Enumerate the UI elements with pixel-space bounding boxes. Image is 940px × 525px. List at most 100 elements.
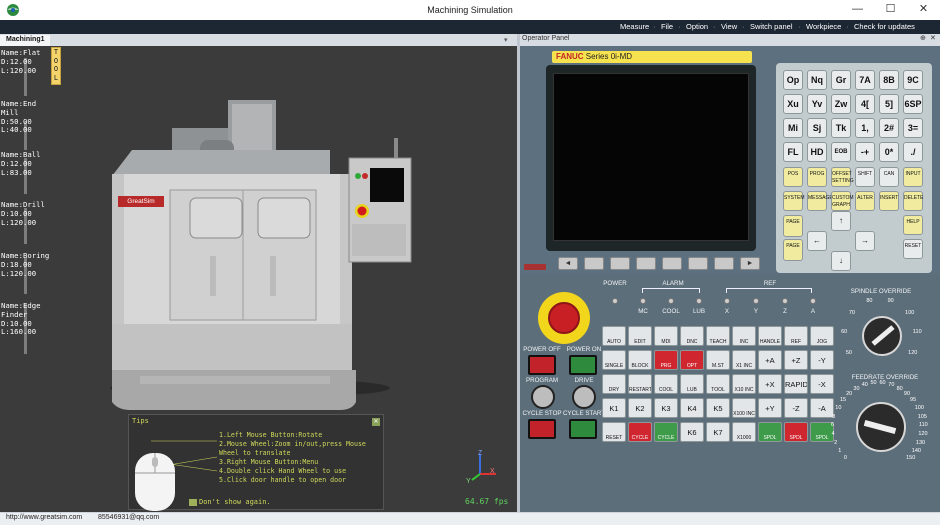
mode-btn-auto[interactable]: AUTO [602,326,626,346]
mode-btn-single-block[interactable]: SINGLE BLOCK [602,350,626,370]
key-input[interactable]: INPUT [903,167,923,187]
tool-item-end-mill[interactable]: Name:End Mill D:50.00 L:40.00 [1,99,51,135]
key-h[interactable]: HD [807,142,827,162]
key-8[interactable]: 8B [879,70,899,90]
menu-measure[interactable]: Measure [620,22,649,31]
emergency-stop-button[interactable] [548,302,580,334]
drive-key[interactable] [572,385,596,409]
mode-btn-k7[interactable]: K7 [706,422,730,442]
key-7[interactable]: 7A [855,70,875,90]
softkey-5[interactable] [688,257,708,270]
key-prog[interactable]: PROG [807,167,827,187]
tool-item-edge-finder[interactable]: Name:Edge Finder D:10.00 L:160.00 [1,301,51,337]
mode-btn-lub[interactable]: LUB [680,374,704,394]
mode-btn-x1-inc[interactable]: X1 INC [732,350,756,370]
mode-btn-+a[interactable]: +A [758,350,782,370]
key-system[interactable]: SYSTEM [783,191,805,211]
door-handle[interactable] [200,244,290,284]
power-off-button[interactable] [528,355,556,375]
panel-close-icon[interactable]: ✕ [930,34,936,42]
softkey-6[interactable] [714,257,734,270]
mode-btn-k6[interactable]: K6 [680,422,704,442]
softkey-next[interactable]: ► [740,257,760,270]
mode-btn-rapid[interactable]: RAPID [784,374,808,394]
cycle-stop-button[interactable] [528,419,556,439]
menu-view[interactable]: View [721,22,737,31]
mode-btn-x10-inc[interactable]: X10 INC [732,374,756,394]
menu-option[interactable]: Option [686,22,708,31]
key-3[interactable]: 3= [903,118,923,138]
key-y[interactable]: Yv [807,94,827,114]
key-z[interactable]: Zw [831,94,851,114]
mode-btn-dnc[interactable]: DNC [680,326,704,346]
mode-btn-spdl-cw[interactable]: SPDL CW [758,422,782,442]
mode-btn-k1[interactable]: K1 [602,398,626,418]
key-custom-graph[interactable]: CUSTOM GRAPH [831,191,854,211]
mode-btn-k2[interactable]: K2 [628,398,652,418]
key-insert[interactable]: INSERT [879,191,899,211]
key-s[interactable]: Sj [807,118,827,138]
minimize-button[interactable]: — [841,0,874,20]
mode-btn--z[interactable]: -Z [784,398,808,418]
mode-btn-prg-stop[interactable]: PRG STOP [654,350,678,370]
softkey-4[interactable] [662,257,682,270]
key-alter[interactable]: ALTER [855,191,875,211]
tool-item-ball[interactable]: Name:Ball D:12.00 L:83.00 [1,150,51,177]
mode-btn-edit[interactable]: EDIT [628,326,652,346]
key-o[interactable]: Op [783,70,803,90]
mode-btn-+x[interactable]: +X [758,374,782,394]
key-cursor-right-icon[interactable]: → [855,231,875,251]
key-offset-setting[interactable]: OFFSET SETTING [831,167,854,187]
key-pos[interactable]: POS [783,167,803,187]
program-protect-key[interactable] [531,385,555,409]
key-t[interactable]: Tk [831,118,851,138]
close-button[interactable]: ✕ [907,0,940,20]
mode-btn-m-st-lock[interactable]: M.ST LOCK [706,350,730,370]
mode-btn-cycle-stop[interactable]: CYCLE STOP [628,422,652,442]
softkey-prev[interactable]: ◄ [558,257,578,270]
mode-btn-dry-run[interactable]: DRY RUN [602,374,626,394]
mode-btn-block-skip[interactable]: BLOCK SKIP [628,350,652,370]
mode-btn--a[interactable]: -A [810,398,834,418]
mode-btn-jog[interactable]: JOG [810,326,834,346]
menu-check-updates[interactable]: Check for updates [854,22,915,31]
key-page-up[interactable]: PAGE [783,215,803,237]
mode-btn-cool[interactable]: COOL [654,374,678,394]
key-6[interactable]: 6SP [903,94,923,114]
mode-btn-+z[interactable]: +Z [784,350,808,370]
mode-btn-k4[interactable]: K4 [680,398,704,418]
mode-btn-handle[interactable]: HANDLE [758,326,782,346]
key-n[interactable]: Nq [807,70,827,90]
tab-machining1[interactable]: Machining1 [0,35,50,46]
menu-file[interactable]: File [661,22,673,31]
key-0[interactable]: 0* [879,142,899,162]
key-5[interactable]: 5] [879,94,899,114]
softkey-3[interactable] [636,257,656,270]
tips-close-icon[interactable]: ✕ [372,418,380,426]
tab-scroll-down-icon[interactable]: ▾ [504,36,508,44]
power-on-button[interactable] [569,355,597,375]
key-delete[interactable]: DELETE [903,191,923,211]
key-can[interactable]: CAN [879,167,899,187]
key-shift[interactable]: SHIFT [855,167,875,187]
maximize-button[interactable]: ☐ [874,0,907,20]
key-dot[interactable]: ./ [903,142,923,162]
machine-control-box[interactable] [349,224,411,258]
mode-btn-+y[interactable]: +Y [758,398,782,418]
menu-workpiece[interactable]: Workpiece [806,22,841,31]
tool-panel-toggle[interactable]: T O O L [51,47,61,85]
key-2[interactable]: 2# [879,118,899,138]
tool-item-drill[interactable]: Name:Drill D:10.00 L:120.00 [1,200,51,227]
key-cursor-left-icon[interactable]: ← [807,231,827,251]
mode-btn-inc[interactable]: INC [732,326,756,346]
key-cursor-up-icon[interactable]: ↑ [831,211,851,231]
tool-item-flat[interactable]: Name:Flat D:12.00 L:120.00 [1,48,51,75]
mode-btn-spdl-stop[interactable]: SPDL STOP [784,422,808,442]
menu-switch-panel[interactable]: Switch panel [750,22,793,31]
key-message[interactable]: MESSAGE [807,191,833,211]
mode-btn-x100-inc[interactable]: X100 INC [732,398,756,418]
softkey-2[interactable] [610,257,630,270]
mode-btn-k3[interactable]: K3 [654,398,678,418]
softkey-1[interactable] [584,257,604,270]
key-g[interactable]: Gr [831,70,851,90]
